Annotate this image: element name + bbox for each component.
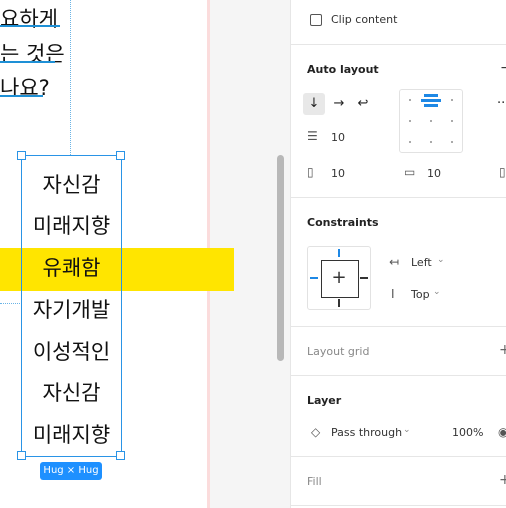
layer-title: Layer xyxy=(307,394,342,407)
constraint-bottom[interactable] xyxy=(338,299,340,307)
align-dot[interactable] xyxy=(430,141,432,143)
direction-vertical-button[interactable]: ↓ xyxy=(303,93,325,115)
blend-mode-value[interactable]: Pass through xyxy=(331,426,402,439)
remove-auto-layout-button[interactable]: − xyxy=(500,60,506,76)
align-indicator-bar xyxy=(424,104,438,107)
resize-handle-top-left[interactable] xyxy=(17,151,26,160)
align-indicator-bar xyxy=(424,94,438,97)
spacing-between-icon: ☰ xyxy=(307,129,318,143)
more-options-icon[interactable]: ·· xyxy=(497,96,505,111)
clip-content-checkbox[interactable] xyxy=(310,14,322,26)
auto-layout-title: Auto layout xyxy=(307,63,379,76)
section-divider xyxy=(291,456,506,457)
vertical-constraint-icon: I xyxy=(391,287,395,301)
vertical-padding-icon: ▭ xyxy=(404,165,416,179)
canvas-text-line[interactable]: 는 것은 xyxy=(0,38,65,68)
canvas-text-line[interactable]: 나요? xyxy=(0,72,50,102)
constraint-left-active[interactable] xyxy=(310,277,318,279)
canvas-text-line[interactable]: 요하게 xyxy=(0,3,58,33)
resize-handle-bottom-right[interactable] xyxy=(116,451,125,460)
properties-panel: Clip content Auto layout − ↓ → ↩ ·· ☰ 10… xyxy=(290,0,506,508)
direction-wrap-button[interactable]: ↩ xyxy=(352,93,374,115)
align-dot[interactable] xyxy=(409,99,411,101)
chevron-down-icon[interactable]: ⌄ xyxy=(437,255,445,265)
chevron-down-icon[interactable]: ⌄ xyxy=(433,287,441,297)
align-dot[interactable] xyxy=(430,120,432,122)
constraints-title: Constraints xyxy=(307,216,379,229)
selection-box[interactable] xyxy=(21,155,122,457)
fill-title: Fill xyxy=(307,475,322,488)
align-dot[interactable] xyxy=(451,99,453,101)
resize-handle-top-right[interactable] xyxy=(116,151,125,160)
canvas-scrollbar[interactable] xyxy=(277,155,284,361)
section-divider xyxy=(291,197,506,198)
design-canvas[interactable]: 요하게 는 것은 나요? 자신감 미래지향 유쾌함 자기개발 이성적인 자신감 … xyxy=(0,0,290,508)
horizontal-constraint-icon: ↤ xyxy=(389,255,400,269)
blend-mode-icon: ◇ xyxy=(311,425,321,439)
text-underline xyxy=(0,61,55,63)
align-dot[interactable] xyxy=(451,120,453,122)
visibility-eye-icon[interactable]: ◉ xyxy=(498,425,506,439)
add-fill-button[interactable]: + xyxy=(499,472,506,488)
text-underline xyxy=(0,25,60,27)
horizontal-padding-icon: ▯ xyxy=(307,165,314,179)
text-underline xyxy=(0,95,43,97)
chevron-down-icon[interactable]: ⌄ xyxy=(403,425,411,435)
vertical-constraint-value[interactable]: Top xyxy=(411,288,430,301)
section-divider xyxy=(291,375,506,376)
vertical-padding-value[interactable]: 10 xyxy=(427,167,441,180)
horizontal-padding-value[interactable]: 10 xyxy=(331,167,345,180)
section-divider xyxy=(291,326,506,327)
guide-line-vertical xyxy=(70,0,71,155)
layer-opacity-value[interactable]: 100% xyxy=(452,426,483,439)
layout-grid-title: Layout grid xyxy=(307,345,370,358)
constraint-top-active[interactable] xyxy=(338,249,340,257)
section-divider xyxy=(291,505,506,506)
align-dot[interactable] xyxy=(409,120,411,122)
guide-line-horizontal xyxy=(0,303,20,304)
direction-horizontal-button[interactable]: → xyxy=(328,93,350,115)
section-divider xyxy=(291,44,506,45)
spacing-between-value[interactable]: 10 xyxy=(331,131,345,144)
align-indicator-bar xyxy=(421,99,441,102)
constraints-center-icon[interactable]: + xyxy=(321,260,357,296)
size-badge: Hug × Hug xyxy=(40,462,102,480)
add-layout-grid-button[interactable]: + xyxy=(499,342,506,358)
align-dot[interactable] xyxy=(409,141,411,143)
constraint-right[interactable] xyxy=(360,277,368,279)
alignment-grid[interactable] xyxy=(399,89,463,153)
align-dot[interactable] xyxy=(451,141,453,143)
constraints-widget[interactable]: + xyxy=(307,246,371,310)
independent-padding-icon[interactable]: ▯ xyxy=(499,165,506,179)
clip-content-label: Clip content xyxy=(331,13,398,26)
resize-handle-bottom-left[interactable] xyxy=(17,451,26,460)
horizontal-constraint-value[interactable]: Left xyxy=(411,256,432,269)
